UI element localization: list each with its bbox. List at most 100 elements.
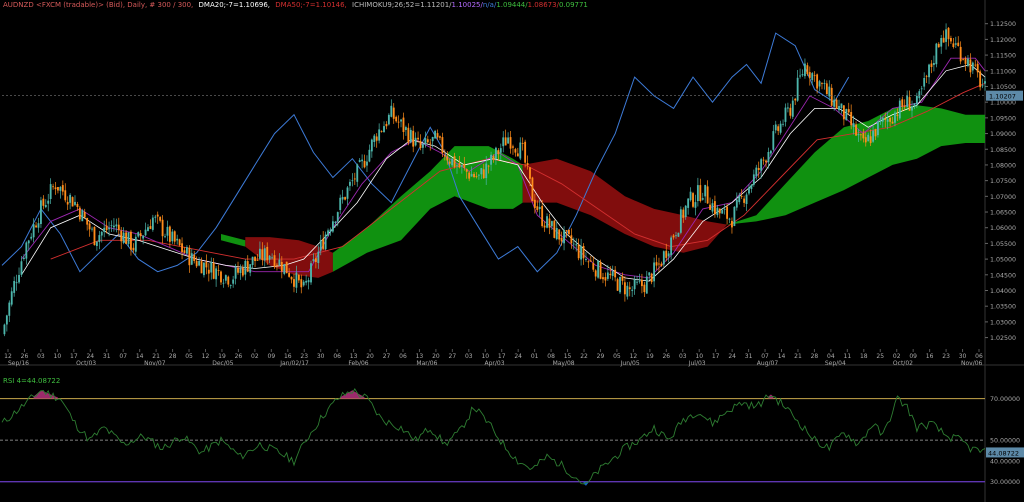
- day-tick-label: 06: [399, 353, 407, 360]
- candle-bear: [757, 168, 760, 170]
- chart-canvas: 1.02500 1.03000 1.03500 1.04000 1.04500 1.050…: [0, 0, 1024, 502]
- candle-bull: [351, 180, 354, 182]
- chart-header: AUDNZD <FXCM (tradable)> (Bid), Daily, #…: [3, 1, 591, 9]
- candle-bull: [127, 232, 130, 244]
- candle-bear: [962, 59, 965, 61]
- candle-bear: [541, 205, 544, 227]
- candle-bear: [205, 261, 208, 268]
- candle-bull: [5, 315, 8, 325]
- candle-bull: [166, 226, 169, 236]
- candle-bear: [78, 207, 81, 220]
- candle-bear: [842, 105, 845, 120]
- candle-bear: [83, 212, 86, 218]
- candle-bull: [782, 123, 784, 125]
- month-tick-label: May/08: [553, 360, 575, 367]
- candle-bear: [536, 206, 539, 211]
- candle-bear: [521, 143, 524, 144]
- rsi-tick-label: 50.00000: [990, 438, 1020, 445]
- candle-bear: [385, 124, 388, 127]
- candle-bear: [139, 233, 142, 237]
- candle-bull: [684, 205, 687, 218]
- day-tick-label: 21: [794, 353, 802, 360]
- candle-bear: [529, 167, 531, 179]
- candle-bear: [173, 231, 176, 242]
- candle-bull: [251, 256, 254, 265]
- price-tick-label: 1.07000: [990, 194, 1016, 201]
- candle-bull: [694, 202, 697, 208]
- candle-bear: [463, 164, 466, 168]
- candle-bull: [186, 247, 188, 254]
- candle-bear: [660, 263, 663, 266]
- candle-bull: [872, 130, 874, 142]
- candle-bear: [903, 105, 906, 107]
- candle-bull: [307, 280, 310, 283]
- candle-bull: [224, 275, 227, 281]
- rsi-tag-label: 44.08722: [988, 449, 1019, 457]
- candle-bull: [555, 228, 558, 240]
- candle-bear: [397, 121, 400, 123]
- candle-bull: [234, 266, 237, 279]
- candle-bear: [288, 272, 291, 277]
- candle-bull: [74, 201, 76, 205]
- candle-bull: [881, 117, 884, 122]
- candle-bear: [726, 206, 729, 219]
- candle-bear: [297, 274, 300, 281]
- month-tick-label: Sep/16: [8, 360, 29, 367]
- candle-bear: [300, 279, 303, 288]
- month-tick-label: Oct/03: [76, 360, 96, 367]
- candle-bull: [838, 106, 840, 111]
- day-tick-label: 30: [317, 353, 325, 360]
- candle-bear: [512, 146, 514, 148]
- candle-bear: [896, 114, 899, 117]
- candle-bear: [375, 136, 378, 141]
- candle-bull: [349, 181, 351, 186]
- ichimoku-value-5: 0.09771: [558, 1, 588, 9]
- candle-bull: [677, 232, 680, 237]
- candle-bear: [426, 139, 429, 143]
- candle-bull: [918, 91, 921, 99]
- price-tick-label: 1.05500: [990, 241, 1016, 248]
- candle-bear: [266, 246, 269, 261]
- candle-bear: [825, 83, 828, 95]
- candle-bear: [353, 178, 356, 180]
- candle-bear: [524, 141, 527, 163]
- candle-bull: [40, 200, 42, 224]
- candle-bull: [728, 218, 731, 220]
- candle-bull: [745, 194, 748, 204]
- candle-bull: [278, 259, 281, 266]
- candle-bull: [769, 150, 772, 154]
- candle-bear: [628, 287, 631, 290]
- candle-bear: [516, 153, 519, 157]
- candle-bull: [597, 260, 600, 278]
- day-tick-label: 05: [613, 353, 621, 360]
- candle-bull: [928, 64, 930, 78]
- candle-bull: [626, 285, 629, 297]
- price-tick-label: 1.07500: [990, 178, 1016, 185]
- candle-bull: [760, 159, 763, 171]
- candle-bull: [95, 241, 98, 246]
- candle-bear: [706, 186, 709, 204]
- candle-bear: [402, 117, 405, 132]
- candle-bull: [971, 62, 974, 71]
- candle-bull: [451, 158, 454, 166]
- candle-bear: [806, 65, 809, 74]
- candle-bear: [835, 99, 838, 109]
- candle-bear: [762, 159, 765, 161]
- day-tick-label: 17: [498, 353, 506, 360]
- candle-bull: [940, 38, 943, 47]
- candle-bull: [752, 174, 755, 185]
- candle-bull: [312, 259, 315, 261]
- candle-bear: [616, 279, 619, 291]
- candle-bull: [81, 210, 84, 222]
- candle-bear: [482, 169, 485, 179]
- price-tick-label: 1.09500: [990, 115, 1016, 122]
- day-tick-label: 10: [695, 353, 703, 360]
- day-tick-label: 10: [481, 353, 489, 360]
- candle-bear: [969, 59, 972, 73]
- month-tick-label: Nov/07: [144, 360, 166, 367]
- candle-bull: [20, 261, 23, 275]
- candle-bear: [392, 107, 395, 119]
- candle-bear: [212, 262, 215, 279]
- cloud-bearish: [522, 158, 728, 253]
- candle-bull: [100, 231, 103, 236]
